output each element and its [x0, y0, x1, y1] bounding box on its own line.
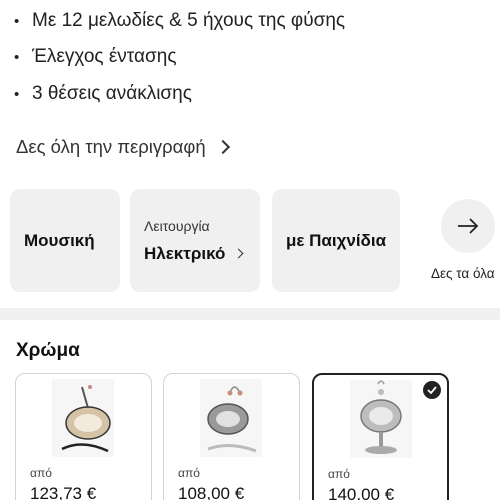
- arrow-right-icon: [458, 218, 479, 234]
- chip-function-value: Ηλεκτρικό: [144, 243, 226, 263]
- filter-chips: Μουσική Λειτουργία Ηλεκτρικό με Παιχνίδι…: [0, 186, 500, 296]
- feature-item: • Με 12 μελωδίες & 5 ήχους της φύσης: [14, 10, 345, 32]
- color-option-selected[interactable]: από 140,00 €: [312, 373, 449, 500]
- chip-music[interactable]: Μουσική: [10, 189, 120, 292]
- chevron-right-icon: [233, 248, 244, 259]
- color-option[interactable]: από 123,73 €: [15, 373, 152, 500]
- product-image: [52, 379, 114, 457]
- chip-function[interactable]: Λειτουργία Ηλεκτρικό: [130, 189, 260, 292]
- section-divider: [0, 308, 500, 320]
- feature-item: • 3 θέσεις ανάκλισης: [14, 83, 192, 105]
- bullet: •: [14, 86, 20, 103]
- bullet: •: [14, 13, 20, 30]
- feature-text: Έλεγχος έντασης: [32, 46, 177, 67]
- price-prefix: από: [178, 466, 200, 480]
- bullet: •: [14, 49, 20, 66]
- chip-function-label: Λειτουργία: [144, 217, 210, 234]
- product-image: [350, 380, 412, 458]
- price: 140,00 €: [328, 485, 395, 500]
- see-full-description-link[interactable]: Δες όλη την περιγραφή: [16, 136, 230, 158]
- price-prefix: από: [30, 466, 52, 480]
- product-image: [200, 379, 262, 457]
- feature-text: 3 θέσεις ανάκλισης: [32, 83, 192, 104]
- chevron-right-icon: [215, 139, 230, 155]
- see-all-button[interactable]: [441, 199, 495, 253]
- price: 123,73 €: [30, 484, 97, 500]
- description-link-label: Δες όλη την περιγραφή: [16, 136, 206, 157]
- color-section-title: Χρώμα: [16, 340, 80, 361]
- check-icon: [423, 381, 441, 399]
- price: 108,00 €: [178, 484, 245, 500]
- chip-music-label: Μουσική: [24, 230, 95, 250]
- feature-item: • Έλεγχος έντασης: [14, 46, 176, 68]
- feature-text: Με 12 μελωδίες & 5 ήχους της φύσης: [32, 10, 346, 31]
- color-option[interactable]: από 108,00 €: [163, 373, 300, 500]
- chip-toys-label: με Παιχνίδια: [285, 230, 387, 250]
- see-all-label[interactable]: Δες τα όλα: [431, 266, 495, 281]
- price-prefix: από: [328, 467, 350, 481]
- chip-toys[interactable]: με Παιχνίδια: [272, 189, 400, 292]
